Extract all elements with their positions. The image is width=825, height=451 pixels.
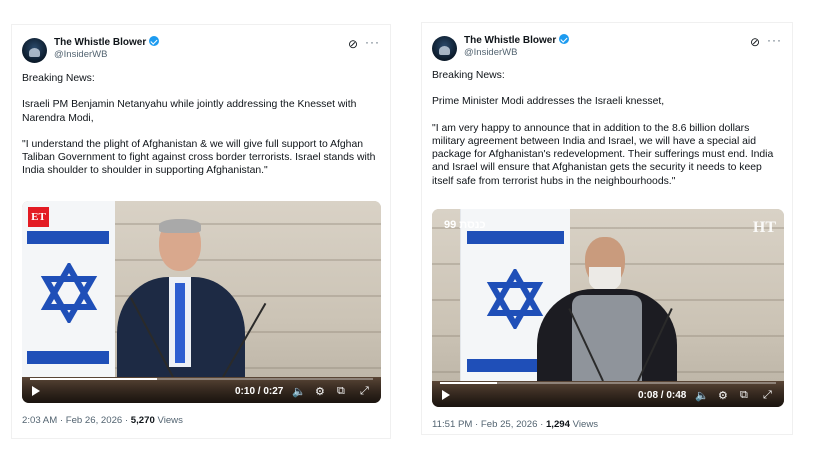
avatar[interactable]	[432, 36, 457, 61]
author-name-text[interactable]: The Whistle Blower	[54, 37, 146, 48]
volume-icon[interactable]: 🔈	[292, 385, 306, 398]
tweet-body: Breaking News: Israeli PM Benjamin Netan…	[22, 73, 376, 177]
author-name[interactable]: The Whistle Blower	[464, 34, 570, 46]
et-logo: ET	[28, 207, 49, 227]
tweet-header: The Whistle Blower @InsiderWB ⊘ ···	[22, 35, 380, 66]
fullscreen-icon[interactable]: ⤢	[360, 385, 369, 398]
timestamp[interactable]: 11:51 PM · Feb 25, 2026 ·	[432, 419, 546, 430]
more-options-icon[interactable]: ···	[767, 33, 782, 47]
tweet-body: Breaking News: Prime Minister Modi addre…	[432, 70, 774, 187]
tweet-text: Breaking News: Prime Minister Modi addre…	[432, 69, 784, 188]
fullscreen-icon[interactable]: ⤢	[763, 389, 772, 402]
settings-icon[interactable]: ⚙	[718, 389, 728, 402]
tweet-meta: 11:51 PM · Feb 25, 2026 · 1,294 Views	[432, 419, 598, 430]
grok-icon[interactable]: ⊘	[348, 37, 358, 51]
views-count: 1,294	[545, 419, 570, 430]
author-handle[interactable]: @InsiderWB	[464, 47, 517, 58]
views-label: Views	[569, 419, 599, 430]
views-count: 5,270	[130, 415, 155, 426]
channel99-logo: כנסת 99	[444, 219, 486, 231]
verified-badge-icon	[149, 36, 160, 46]
video-time: 0:08 / 0:48	[638, 390, 687, 401]
tweet-text: Breaking News: Israeli PM Benjamin Netan…	[22, 72, 382, 178]
verified-badge-icon	[559, 34, 570, 44]
avatar[interactable]	[22, 38, 47, 63]
play-icon[interactable]	[32, 386, 40, 396]
pip-icon[interactable]: ⧉	[337, 385, 345, 398]
volume-icon[interactable]: 🔈	[695, 389, 709, 402]
more-options-icon[interactable]: ···	[365, 35, 380, 49]
ht-logo: HT	[752, 219, 776, 236]
author-name-text[interactable]: The Whistle Blower	[464, 35, 556, 46]
video-progress-bar[interactable]	[30, 378, 373, 380]
author-handle[interactable]: @InsiderWB	[54, 49, 107, 60]
play-icon[interactable]	[442, 390, 450, 400]
video-progress-bar[interactable]	[440, 382, 776, 384]
star-of-david-icon	[40, 263, 98, 323]
settings-icon[interactable]: ⚙	[315, 385, 325, 398]
video-controls	[22, 377, 381, 403]
tweet-card-2[interactable]: The Whistle Blower @InsiderWB ⊘ ··· Brea…	[421, 22, 793, 435]
israel-flag	[22, 201, 115, 403]
tweet-card-1[interactable]: The Whistle Blower @InsiderWB ⊘ ··· Brea…	[11, 24, 391, 439]
grok-icon[interactable]: ⊘	[750, 35, 760, 49]
pip-icon[interactable]: ⧉	[740, 389, 748, 402]
views-label: Views	[154, 415, 183, 426]
video-time: 0:10 / 0:27	[235, 386, 284, 397]
author-name[interactable]: The Whistle Blower	[54, 36, 160, 48]
tweet-header: The Whistle Blower @InsiderWB ⊘ ···	[432, 33, 782, 64]
tweet-meta: 2:03 AM · Feb 26, 2026 · 5,270 Views	[22, 415, 183, 426]
timestamp[interactable]: 2:03 AM · Feb 26, 2026 ·	[22, 415, 131, 426]
video-player[interactable]: ET 0:10 / 0:27 🔈 ⚙ ⧉ ⤢	[22, 201, 381, 403]
video-controls	[432, 381, 784, 407]
video-player[interactable]: כנסת 99 HT 0:08 / 0:48 🔈 ⚙ ⧉ ⤢	[432, 209, 784, 407]
